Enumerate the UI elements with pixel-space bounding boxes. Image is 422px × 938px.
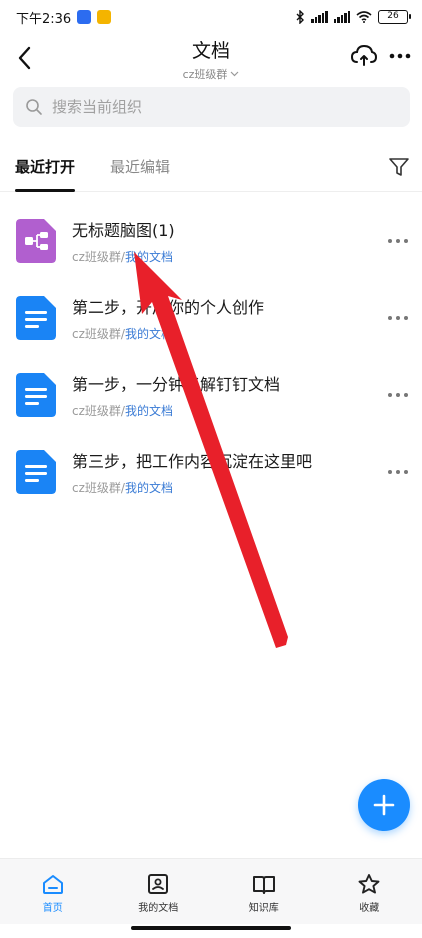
group-name: cz班级群 xyxy=(182,68,228,81)
status-bar: 下午2:36 26 xyxy=(0,0,422,34)
app-notification-icon xyxy=(97,10,112,24)
search-input[interactable] xyxy=(52,98,372,116)
signal-icon xyxy=(333,11,350,23)
document-title: 第一步，一分钟了解钉钉文档 xyxy=(72,375,281,394)
group-switcher[interactable]: cz班级群 xyxy=(183,66,240,82)
doc-icon xyxy=(16,450,56,494)
tab-bar: 最近打开 最近编辑 xyxy=(0,150,422,192)
more-options-icon[interactable] xyxy=(388,46,412,66)
cloud-sync-icon[interactable] xyxy=(350,42,378,70)
docs-screen: 下午2:36 26 文档 cz班级群 搜索当前组织 最近打开 最近编辑 无标题脑… xyxy=(0,0,422,938)
search-icon xyxy=(26,99,42,115)
document-title: 第三步，把工作内容沉淀在这里吧 xyxy=(72,452,313,471)
app-header: 文档 cz班级群 xyxy=(0,34,422,84)
more-options-icon[interactable] xyxy=(386,385,410,405)
list-item[interactable]: 第一步，一分钟了解钉钉文档 cz班级群/我的文档 xyxy=(0,357,422,434)
wifi-icon xyxy=(356,11,372,23)
nav-label: 知识库 xyxy=(248,903,279,914)
filter-icon[interactable] xyxy=(388,156,410,178)
create-document-button[interactable] xyxy=(358,779,410,831)
app-notification-icon xyxy=(77,10,92,24)
battery-icon: 26 xyxy=(378,10,411,24)
nav-home[interactable]: 首页 xyxy=(0,859,106,924)
document-path: cz班级群/我的文档 xyxy=(72,481,173,495)
star-icon xyxy=(358,874,380,894)
more-options-icon[interactable] xyxy=(386,462,410,482)
list-item[interactable]: 第三步，把工作内容沉淀在这里吧 cz班级群/我的文档 xyxy=(0,434,422,511)
more-options-icon[interactable] xyxy=(386,231,410,251)
mindmap-icon xyxy=(16,219,56,263)
nav-favorites[interactable]: 收藏 xyxy=(317,859,422,924)
nav-my-docs[interactable]: 我的文档 xyxy=(106,859,212,924)
doc-icon xyxy=(16,296,56,340)
nav-label: 我的文档 xyxy=(138,903,179,914)
signal-icon xyxy=(311,11,328,23)
document-title: 第二步，开启你的个人创作 xyxy=(72,298,265,317)
book-icon xyxy=(252,876,275,894)
document-path: cz班级群/我的文档 xyxy=(72,327,173,341)
nav-label: 收藏 xyxy=(359,903,380,914)
more-options-icon[interactable] xyxy=(386,308,410,328)
nav-knowledge-base[interactable]: 知识库 xyxy=(211,859,317,924)
tab-recent-edited[interactable]: 最近编辑 xyxy=(110,156,170,177)
bluetooth-icon xyxy=(296,10,304,24)
document-path: cz班级群/我的文档 xyxy=(72,250,173,264)
list-item[interactable]: 第二步，开启你的个人创作 cz班级群/我的文档 xyxy=(0,280,422,357)
document-list: 无标题脑图(1) cz班级群/我的文档 第二步，开启你的个人创作 cz班级群/我… xyxy=(0,203,422,511)
my-docs-icon xyxy=(148,874,169,894)
list-item[interactable]: 无标题脑图(1) cz班级群/我的文档 xyxy=(0,203,422,280)
status-time: 下午2:36 xyxy=(16,11,72,27)
nav-label: 首页 xyxy=(42,903,63,914)
home-indicator xyxy=(131,926,291,930)
tab-recent-opened[interactable]: 最近打开 xyxy=(15,156,75,177)
bottom-navigation: 首页 我的文档 知识库 收藏 xyxy=(0,858,422,924)
active-tab-indicator xyxy=(15,189,75,192)
search-bar[interactable] xyxy=(13,87,410,127)
plus-icon xyxy=(373,794,395,816)
chevron-down-icon xyxy=(230,71,239,77)
home-icon xyxy=(42,875,63,894)
document-title: 无标题脑图(1) xyxy=(72,221,175,240)
document-path: cz班级群/我的文档 xyxy=(72,404,173,418)
doc-icon xyxy=(16,373,56,417)
